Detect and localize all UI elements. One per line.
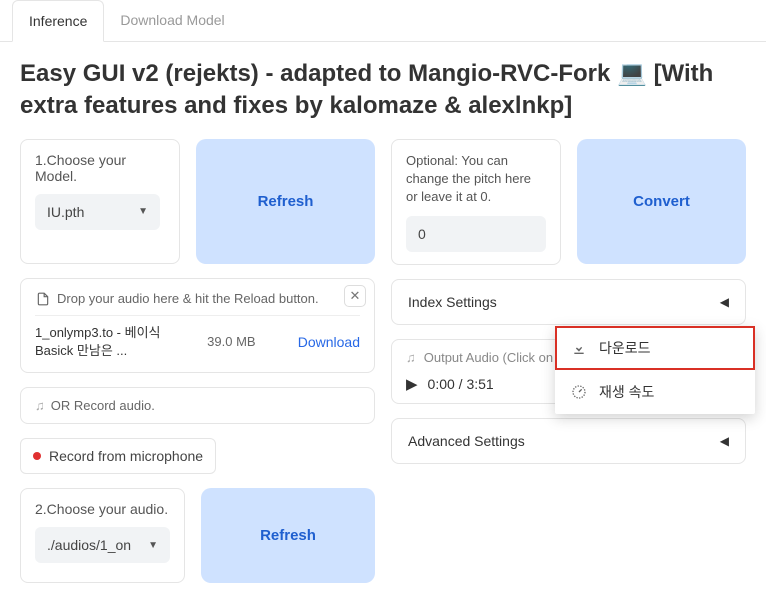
choose-model-panel: 1.Choose your Model. IU.pth ▼ xyxy=(20,139,180,264)
pitch-panel: Optional: You can change the pitch here … xyxy=(391,139,561,266)
index-settings-accordion[interactable]: Index Settings ◀ xyxy=(391,279,746,325)
choose-audio-panel: 2.Choose your audio. ./audios/1_on ▼ xyxy=(20,488,185,583)
uploaded-file-row: 1_onlymp3.to - 베이식 Basick 만남은 ... 39.0 M… xyxy=(35,315,360,360)
file-icon xyxy=(35,291,51,307)
convert-button[interactable]: Convert xyxy=(577,139,746,264)
or-record-label: ♫ OR Record audio. xyxy=(35,398,360,413)
tab-inference[interactable]: Inference xyxy=(12,0,104,42)
advanced-settings-label: Advanced Settings xyxy=(408,433,525,449)
output-audio-panel: ♫ Output Audio (Click on the Three Dots … xyxy=(391,339,746,404)
refresh-audio-button[interactable]: Refresh xyxy=(201,488,375,583)
uploaded-file-size: 39.0 MB xyxy=(207,334,255,349)
audio-drop-label: Drop your audio here & hit the Reload bu… xyxy=(35,291,360,307)
record-panel: ♫ OR Record audio. xyxy=(20,387,375,424)
audio-select[interactable]: ./audios/1_on ▼ xyxy=(35,527,170,563)
tab-download-model[interactable]: Download Model xyxy=(104,0,240,41)
menu-item-download-label: 다운로드 xyxy=(599,338,651,358)
triangle-left-icon: ◀ xyxy=(720,295,729,309)
pitch-input[interactable] xyxy=(406,216,546,252)
caret-down-icon: ▼ xyxy=(138,206,148,217)
audio-drop-panel: ✕ Drop your audio here & hit the Reload … xyxy=(20,278,375,373)
menu-item-download[interactable]: 다운로드 xyxy=(555,326,755,370)
record-dot-icon xyxy=(33,452,41,460)
record-button-label: Record from microphone xyxy=(49,448,203,464)
music-icon: ♫ xyxy=(35,398,45,413)
record-button[interactable]: Record from microphone xyxy=(20,438,216,474)
page-title: Easy GUI v2 (rejekts) - adapted to Mangi… xyxy=(20,58,746,123)
play-icon[interactable]: ▶ xyxy=(406,375,418,393)
close-icon[interactable]: ✕ xyxy=(344,285,366,307)
index-settings-label: Index Settings xyxy=(408,294,497,310)
tab-bar: Inference Download Model xyxy=(0,0,766,42)
menu-item-speed[interactable]: 재생 속도 xyxy=(555,370,755,414)
pitch-label: Optional: You can change the pitch here … xyxy=(406,152,546,207)
refresh-model-button[interactable]: Refresh xyxy=(196,139,375,264)
audio-context-menu: 다운로드 재생 속도 xyxy=(555,326,755,414)
uploaded-file-download-link[interactable]: Download xyxy=(298,334,360,350)
speed-icon xyxy=(571,384,587,400)
model-select-value: IU.pth xyxy=(47,204,84,220)
audio-time: 0:00 / 3:51 xyxy=(428,376,494,392)
model-select[interactable]: IU.pth ▼ xyxy=(35,194,160,230)
advanced-settings-accordion[interactable]: Advanced Settings ◀ xyxy=(391,418,746,464)
menu-item-speed-label: 재생 속도 xyxy=(599,382,654,402)
audio-select-value: ./audios/1_on xyxy=(47,537,131,553)
download-icon xyxy=(571,340,587,356)
music-icon: ♫ xyxy=(406,350,416,365)
uploaded-file-name: 1_onlymp3.to - 베이식 Basick 만남은 ... xyxy=(35,324,165,360)
choose-model-label: 1.Choose your Model. xyxy=(35,152,165,184)
caret-down-icon: ▼ xyxy=(148,540,158,551)
triangle-left-icon: ◀ xyxy=(720,434,729,448)
choose-audio-label: 2.Choose your audio. xyxy=(35,501,170,517)
